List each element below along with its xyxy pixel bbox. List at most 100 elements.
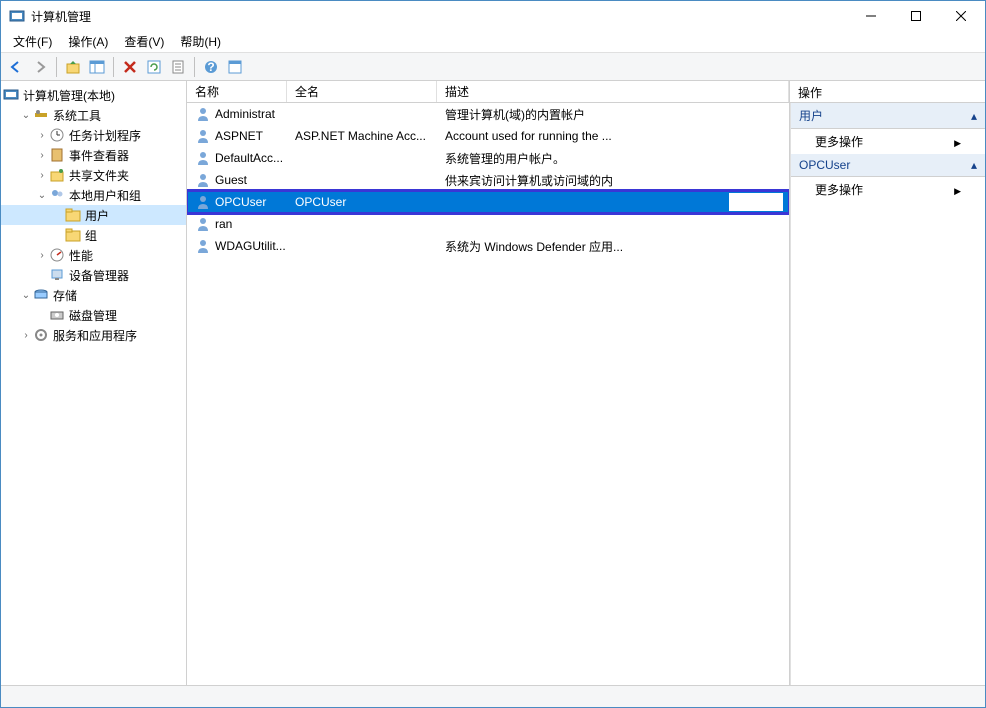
up-button[interactable] [62,56,84,78]
action-item-更多操作[interactable]: 更多操作 [791,177,985,202]
chevron-right-icon[interactable]: › [35,170,49,181]
tree-label: 服务和应用程序 [53,327,137,344]
users-icon [49,187,65,203]
tree-node-系统工具[interactable]: ⌄ 系统工具 [1,105,186,125]
cell-description: 系统为 Windows Defender 应用... [437,238,789,255]
tree-label: 性能 [69,247,93,264]
tree-node-磁盘管理[interactable]: 磁盘管理 [1,305,186,325]
computer-icon [3,87,19,103]
tree-node-共享文件夹[interactable]: › 共享文件夹 [1,165,186,185]
action-item-更多操作[interactable]: 更多操作 [791,129,985,154]
device-icon [49,267,65,283]
cell-name: Administrat [187,106,287,122]
user-row-DefaultAcc...[interactable]: DefaultAcc... 系统管理的用户帐户。 [187,147,789,169]
maximize-button[interactable] [893,2,938,30]
cell-fullname: ASP.NET Machine Acc... [287,129,437,143]
user-row-WDAGUtilit...[interactable]: WDAGUtilit... 系统为 Windows Defender 应用... [187,235,789,257]
tree-node-事件查看器[interactable]: › 事件查看器 [1,145,186,165]
properties-button[interactable] [224,56,246,78]
cell-description: 系统管理的用户帐户。 [437,150,789,167]
back-button[interactable] [5,56,27,78]
column-name[interactable]: 名称 [187,81,287,102]
tools-icon [33,107,49,123]
user-icon [195,238,211,254]
user-icon [195,150,211,166]
folder-icon [65,227,81,243]
event-icon [49,147,65,163]
minimize-button[interactable] [848,2,893,30]
chevron-right-icon[interactable]: › [35,250,49,261]
tree-label: 磁盘管理 [69,307,117,324]
chevron-right-icon[interactable]: › [19,330,33,341]
menu-help[interactable]: 帮助(H) [172,31,229,52]
user-row-OPCUser[interactable]: OPCUserOPCUser [187,191,789,213]
close-button[interactable] [938,2,983,30]
chevron-down-icon[interactable]: ⌄ [35,190,49,201]
cell-name: DefaultAcc... [187,150,287,166]
tree-label: 任务计划程序 [69,127,141,144]
column-fullname[interactable]: 全名 [287,81,437,102]
tree-node-服务和应用程序[interactable]: › 服务和应用程序 [1,325,186,345]
action-group-用户[interactable]: 用户 [791,103,985,129]
user-icon [195,194,211,210]
menu-file[interactable]: 文件(F) [5,31,60,52]
user-icon [195,216,211,232]
column-description[interactable]: 描述 [437,81,789,102]
collapse-icon[interactable] [971,109,977,123]
tree-label: 存储 [53,287,77,304]
chevron-down-icon[interactable]: ⌄ [19,110,33,121]
show-hide-button[interactable] [86,56,108,78]
svg-text:?: ? [207,60,214,74]
tree-label: 事件查看器 [69,147,129,164]
tree-label: 本地用户和组 [69,187,141,204]
user-row-Administrat[interactable]: Administrat 管理计算机(域)的内置帐户 [187,103,789,125]
tree-node-存储[interactable]: ⌄ 存储 [1,285,186,305]
tree-node-用户[interactable]: 用户 [1,205,186,225]
toolbar: ? [1,53,985,81]
delete-button[interactable] [119,56,141,78]
action-group-OPCUser[interactable]: OPCUser [791,154,985,177]
tree-node-设备管理器[interactable]: 设备管理器 [1,265,186,285]
tree-label: 用户 [85,207,109,224]
user-row-ASPNET[interactable]: ASPNETASP.NET Machine Acc...Account used… [187,125,789,147]
tree-label: 共享文件夹 [69,167,129,184]
action-item-label: 更多操作 [815,133,863,150]
navigation-tree[interactable]: 计算机管理(本地) ⌄ 系统工具 › 任务计划程序 › 事件查看器 › 共享文件夹 ⌄ 本地用户和… [1,81,187,685]
user-row-Guest[interactable]: Guest供来宾访问计算机或访问域的内 [187,169,789,191]
refresh-button[interactable] [143,56,165,78]
actions-pane: 操作 用户更多操作OPCUser更多操作 [790,81,985,685]
user-icon [195,106,211,122]
tree-node-组[interactable]: 组 [1,225,186,245]
help-button[interactable]: ? [200,56,222,78]
tree-node-本地用户和组[interactable]: ⌄ 本地用户和组 [1,185,186,205]
submenu-arrow-icon [954,135,961,149]
menu-view[interactable]: 查看(V) [116,31,172,52]
cell-description: 管理计算机(域)的内置帐户 [437,106,789,123]
collapse-icon[interactable] [971,158,977,172]
storage-icon [33,287,49,303]
export-button[interactable] [167,56,189,78]
chevron-right-icon[interactable]: › [35,150,49,161]
status-bar [1,685,985,707]
tree-node-任务计划程序[interactable]: › 任务计划程序 [1,125,186,145]
submenu-arrow-icon [954,183,961,197]
share-icon [49,167,65,183]
cell-name: WDAGUtilit... [187,238,287,254]
forward-button[interactable] [29,56,51,78]
list-body[interactable]: Administrat 管理计算机(域)的内置帐户 ASPNETASP.NET Ma… [187,103,789,685]
content-area: 计算机管理(本地) ⌄ 系统工具 › 任务计划程序 › 事件查看器 › 共享文件夹 ⌄ 本地用户和… [1,81,985,685]
window-title: 计算机管理 [31,8,848,25]
menu-action[interactable]: 操作(A) [60,31,116,52]
tree-label: 系统工具 [53,107,101,124]
user-icon [195,172,211,188]
disk-icon [49,307,65,323]
chevron-down-icon[interactable]: ⌄ [19,290,33,301]
tree-node-性能[interactable]: › 性能 [1,245,186,265]
tree-root[interactable]: 计算机管理(本地) [1,85,186,105]
cell-description: Account used for running the ... [437,129,789,143]
action-group-title: 用户 [799,107,823,124]
user-row-ran[interactable]: ran [187,213,789,235]
cell-name: ASPNET [187,128,287,144]
chevron-right-icon[interactable]: › [35,130,49,141]
user-icon [195,128,211,144]
